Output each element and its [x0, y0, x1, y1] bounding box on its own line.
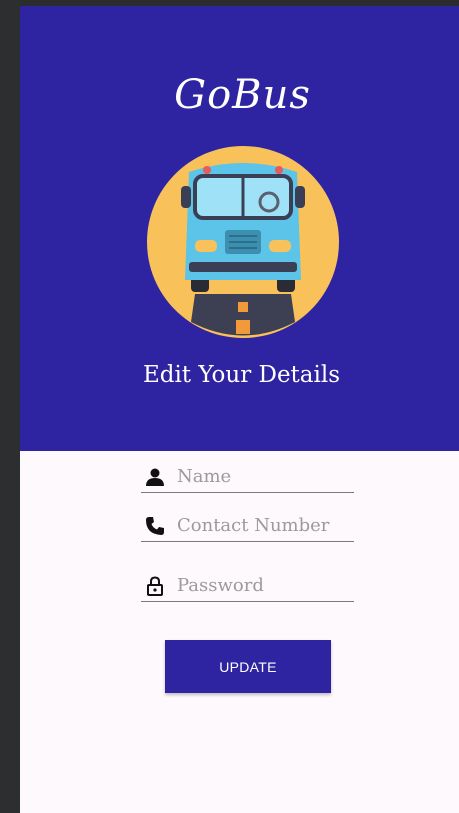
name-input[interactable]	[177, 462, 355, 490]
name-field[interactable]	[141, 462, 355, 493]
phone-icon	[146, 517, 164, 535]
contact-number-field[interactable]	[141, 511, 355, 542]
app-title: GoBus	[174, 72, 311, 118]
contact-number-input[interactable]	[177, 511, 355, 539]
header-banner: GoBus Edit Your Details	[20, 6, 459, 451]
page-subtitle: Edit Your Details	[142, 362, 341, 388]
bus-logo-icon	[147, 146, 339, 338]
app-screen: GoBus Edit Your Details Name Contact Num…	[20, 6, 459, 813]
update-button[interactable]: UPDATE	[165, 640, 331, 693]
password-field[interactable]	[141, 571, 355, 602]
window-left-edge	[0, 0, 20, 813]
person-icon	[146, 468, 164, 486]
lock-icon	[147, 576, 163, 596]
password-input[interactable]	[177, 571, 355, 599]
